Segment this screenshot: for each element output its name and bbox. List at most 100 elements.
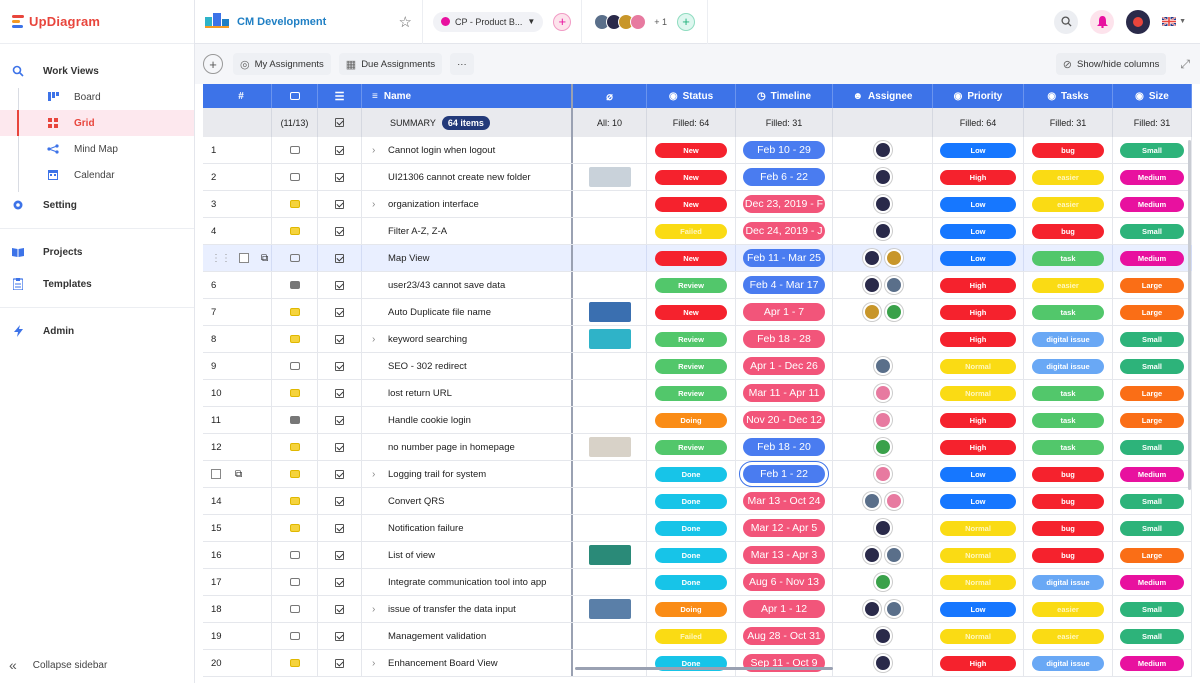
checklist-cell[interactable] — [318, 650, 362, 676]
comment-cell[interactable] — [272, 569, 318, 595]
chevron-right-icon[interactable]: › — [372, 658, 382, 669]
name-cell[interactable]: Map View — [362, 245, 573, 271]
timeline-cell[interactable]: Dec 23, 2019 - F — [736, 191, 833, 217]
checklist-cell[interactable] — [318, 380, 362, 406]
tasks-cell[interactable]: task — [1024, 434, 1113, 460]
size-cell[interactable]: Small — [1113, 137, 1192, 163]
name-cell[interactable]: Handle cookie login — [362, 407, 573, 433]
tasks-cell[interactable]: bug — [1024, 542, 1113, 568]
col-header-name[interactable]: ≡ Name — [362, 84, 573, 108]
checklist-cell[interactable] — [318, 623, 362, 649]
priority-cell[interactable]: Normal — [933, 353, 1024, 379]
timeline-cell[interactable]: Feb 18 - 20 — [736, 434, 833, 460]
table-row[interactable]: 12 no number page in homepage Review Feb 18… — [203, 434, 1192, 461]
tasks-cell[interactable]: easier — [1024, 623, 1113, 649]
table-row[interactable]: 16 List of view Done Mar 13 - Apr 3 Normal bu… — [203, 542, 1192, 569]
tasks-cell[interactable]: task — [1024, 299, 1113, 325]
comment-cell[interactable] — [272, 272, 318, 298]
name-cell[interactable]: › organization interface — [362, 191, 573, 217]
attachment-thumbnail[interactable] — [588, 329, 631, 349]
tasks-cell[interactable]: task — [1024, 380, 1113, 406]
timeline-cell[interactable]: Feb 18 - 28 — [736, 326, 833, 352]
timeline-cell[interactable]: Feb 6 - 22 — [736, 164, 833, 190]
assignee-cell[interactable] — [833, 245, 933, 271]
attachment-cell[interactable] — [573, 353, 647, 379]
checklist-cell[interactable] — [318, 569, 362, 595]
assignee-cell[interactable] — [833, 326, 933, 352]
priority-cell[interactable]: Normal — [933, 623, 1024, 649]
project-selector[interactable]: CP - Product B... ▼ — [433, 11, 544, 32]
timeline-cell[interactable]: Mar 13 - Oct 24 — [736, 488, 833, 514]
tasks-cell[interactable]: bug — [1024, 461, 1113, 487]
table-row[interactable]: 8 › keyword searching Review Feb 18 - 28 High… — [203, 326, 1192, 353]
status-cell[interactable]: Done — [647, 488, 736, 514]
tasks-cell[interactable]: easier — [1024, 164, 1113, 190]
priority-cell[interactable]: High — [933, 272, 1024, 298]
assignee-cell[interactable] — [833, 164, 933, 190]
checklist-cell[interactable] — [318, 407, 362, 433]
size-cell[interactable]: Small — [1113, 596, 1192, 622]
status-cell[interactable]: New — [647, 245, 736, 271]
comment-cell[interactable] — [272, 488, 318, 514]
checklist-cell[interactable] — [318, 245, 362, 271]
sidebar-item-board[interactable]: Board — [0, 84, 194, 110]
app-logo[interactable]: UpDiagram — [0, 0, 194, 44]
name-cell[interactable]: › Cannot login when logout — [362, 137, 573, 163]
attachment-cell[interactable] — [573, 515, 647, 541]
table-row[interactable]: 9 SEO - 302 redirect Review Apr 1 - Dec 26 N… — [203, 353, 1192, 380]
attachment-thumbnail[interactable] — [588, 545, 631, 565]
priority-cell[interactable]: Normal — [933, 380, 1024, 406]
status-cell[interactable]: Review — [647, 272, 736, 298]
avatar[interactable] — [873, 573, 892, 591]
priority-cell[interactable]: Low — [933, 218, 1024, 244]
name-cell[interactable]: SEO - 302 redirect — [362, 353, 573, 379]
name-cell[interactable]: Notification failure — [362, 515, 573, 541]
status-cell[interactable]: Review — [647, 326, 736, 352]
attachment-cell[interactable] — [573, 380, 647, 406]
status-cell[interactable]: Review — [647, 434, 736, 460]
my-assignments-button[interactable]: ◎ My Assignments — [233, 53, 331, 75]
size-cell[interactable]: Small — [1113, 326, 1192, 352]
collapse-sidebar-button[interactable]: « Collapse sidebar — [0, 655, 107, 675]
timeline-cell[interactable]: Aug 28 - Oct 31 — [736, 623, 833, 649]
name-cell[interactable]: Auto Duplicate file name — [362, 299, 573, 325]
size-cell[interactable]: Small — [1113, 623, 1192, 649]
table-row[interactable]: 17 Integrate communication tool into app D… — [203, 569, 1192, 596]
timeline-cell[interactable]: Mar 13 - Apr 3 — [736, 542, 833, 568]
comment-cell[interactable] — [272, 650, 318, 676]
table-row[interactable]: 15 Notification failure Done Mar 12 - Apr 5… — [203, 515, 1192, 542]
size-cell[interactable]: Large — [1113, 542, 1192, 568]
size-cell[interactable]: Large — [1113, 299, 1192, 325]
size-cell[interactable]: Medium — [1113, 569, 1192, 595]
sidebar-item-grid[interactable]: Grid — [0, 110, 194, 136]
sidebar-item-mind-map[interactable]: Mind Map — [0, 136, 194, 162]
chevron-right-icon[interactable]: › — [372, 145, 382, 156]
col-header-checklist[interactable]: ☰ — [318, 84, 362, 108]
name-cell[interactable]: › issue of transfer the data input — [362, 596, 573, 622]
avatar[interactable] — [873, 438, 892, 456]
timeline-cell[interactable]: Feb 10 - 29 — [736, 137, 833, 163]
status-cell[interactable]: Done — [647, 515, 736, 541]
assignee-cell[interactable] — [833, 272, 933, 298]
comment-cell[interactable] — [272, 326, 318, 352]
table-row[interactable]: ⋮⋮ ⧉ Map View New Feb 11 - Mar 25 Low task Medi… — [203, 245, 1192, 272]
avatar[interactable] — [873, 357, 892, 375]
priority-cell[interactable]: High — [933, 434, 1024, 460]
row-checkbox[interactable] — [211, 469, 221, 479]
table-row[interactable]: 20 › Enhancement Board View Done Sep 11 - Oc… — [203, 650, 1192, 677]
checklist-cell[interactable] — [318, 218, 362, 244]
timeline-cell[interactable]: Apr 1 - 7 — [736, 299, 833, 325]
avatar[interactable] — [862, 600, 881, 618]
attachment-cell[interactable] — [573, 650, 647, 676]
size-cell[interactable]: Medium — [1113, 245, 1192, 271]
tasks-cell[interactable]: digital issue — [1024, 569, 1113, 595]
col-header-comments[interactable] — [272, 84, 318, 108]
assignee-cell[interactable] — [833, 596, 933, 622]
comment-cell[interactable] — [272, 623, 318, 649]
timeline-cell[interactable]: Apr 1 - 12 — [736, 596, 833, 622]
attachment-thumbnail[interactable] — [588, 599, 631, 619]
avatar[interactable] — [862, 249, 881, 267]
search-button[interactable] — [1054, 9, 1079, 34]
status-cell[interactable]: New — [647, 137, 736, 163]
table-row[interactable]: 11 Handle cookie login Doing Nov 20 - Dec 1… — [203, 407, 1192, 434]
